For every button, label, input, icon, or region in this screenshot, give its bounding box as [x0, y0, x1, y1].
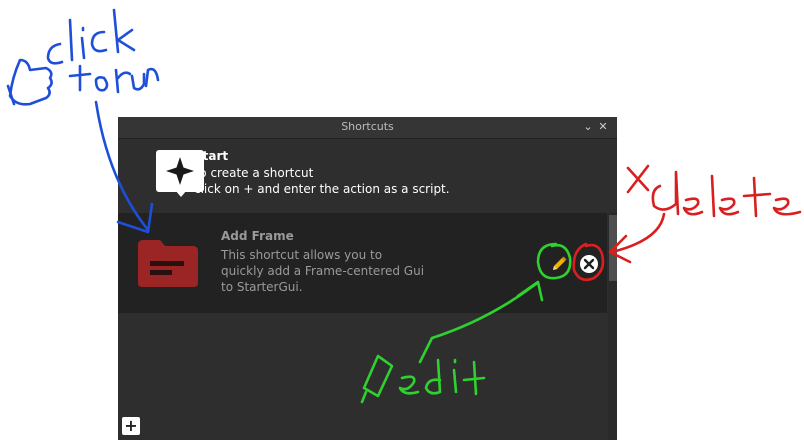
annotation-delete [572, 164, 802, 282]
annotation-click-to-run [6, 8, 160, 234]
handwritten-annotations [6, 8, 802, 404]
annotation-edit [360, 242, 572, 404]
